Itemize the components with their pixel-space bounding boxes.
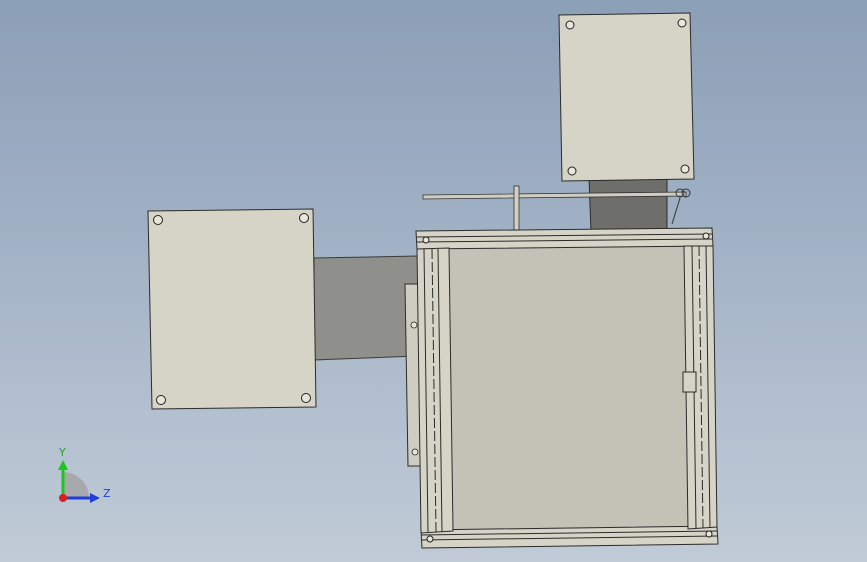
- left-panel-bolt-bl: [156, 395, 166, 405]
- left-panel-bolt-br: [301, 393, 311, 403]
- top-panel-bolt-bl: [567, 166, 577, 176]
- top-panel-bolt-br: [680, 164, 690, 174]
- top-panel[interactable]: [558, 12, 695, 182]
- left-panel-bolt-tl: [153, 215, 163, 225]
- orientation-triad: Y Z: [58, 446, 111, 503]
- top-panel-bolt-tl: [565, 20, 575, 30]
- main-frame[interactable]: [415, 227, 719, 549]
- left-panel-bolt-tr: [299, 213, 309, 223]
- top-panel-bolt-tr: [677, 18, 687, 28]
- cad-viewport[interactable]: Y Z: [0, 0, 867, 562]
- left-panel[interactable]: [147, 208, 317, 410]
- axis-z-label: Z: [103, 487, 111, 500]
- left-duct[interactable]: [313, 255, 419, 361]
- top-duct[interactable]: [588, 177, 668, 233]
- axis-y-label: Y: [58, 446, 66, 459]
